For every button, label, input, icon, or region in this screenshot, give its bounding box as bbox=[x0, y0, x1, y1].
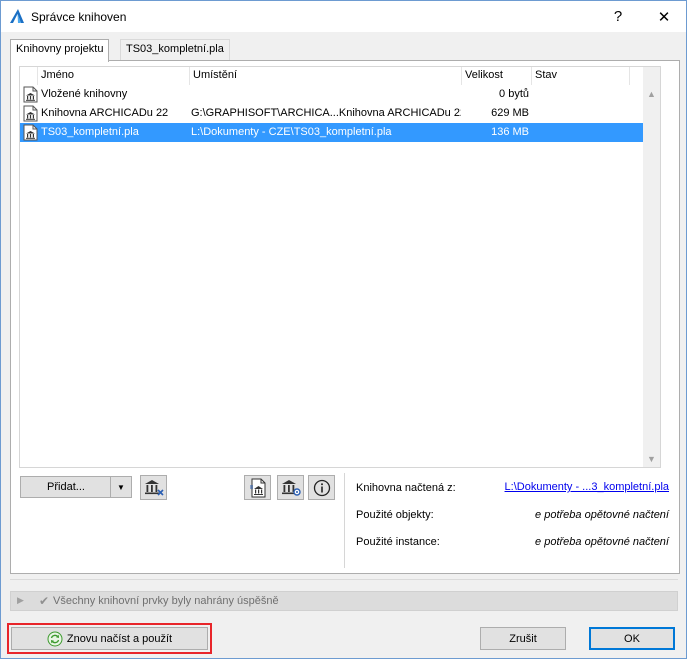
add-dropdown-button[interactable]: ▼ bbox=[110, 476, 132, 498]
column-header-status[interactable]: Stav bbox=[532, 67, 630, 85]
list-header: Jméno Umístění Velikost Stav bbox=[20, 67, 650, 85]
info-button[interactable] bbox=[308, 475, 335, 500]
check-icon: ✔ bbox=[39, 594, 50, 608]
table-row[interactable]: TS03_kompletní.pla L:\Dokumenty - CZE\TS… bbox=[20, 123, 650, 142]
row-size: 136 MB bbox=[491, 126, 529, 138]
loaded-from-label: Knihovna načtená z: bbox=[356, 482, 456, 494]
info-icon bbox=[313, 479, 330, 496]
separator bbox=[10, 579, 678, 580]
library-icon bbox=[23, 105, 38, 122]
help-button[interactable]: ? bbox=[595, 1, 641, 32]
library-gear-icon bbox=[281, 479, 301, 496]
row-name: Knihovna ARCHICADu 22 bbox=[41, 107, 169, 119]
info-divider bbox=[344, 473, 345, 568]
column-header-size[interactable]: Velikost bbox=[462, 67, 532, 85]
column-header-name[interactable]: Jméno bbox=[38, 67, 190, 85]
row-name: TS03_kompletní.pla bbox=[41, 126, 139, 138]
row-location: G:\GRAPHISOFT\ARCHICA...Knihovna ARCHICA… bbox=[191, 107, 461, 119]
window-title: Správce knihoven bbox=[31, 10, 127, 24]
reload-icon bbox=[47, 631, 63, 646]
reload-and-apply-button[interactable]: Znovu načíst a použít bbox=[11, 627, 208, 650]
used-instances-label: Použité instance: bbox=[356, 536, 440, 548]
used-objects-value: e potřeba opětovné načtení bbox=[535, 509, 669, 521]
scroll-down-icon[interactable]: ▼ bbox=[643, 450, 660, 467]
scroll-up-icon[interactable]: ▲ bbox=[643, 85, 660, 102]
row-size: 629 MB bbox=[491, 107, 529, 119]
tab-project-libraries[interactable]: Knihovny projektu bbox=[10, 39, 110, 62]
reload-and-apply-label: Znovu načíst a použít bbox=[66, 632, 173, 645]
library-file-icon bbox=[249, 478, 265, 497]
row-name: Vložené knihovny bbox=[41, 88, 128, 100]
row-location: L:\Dokumenty - CZE\TS03_kompletní.pla bbox=[191, 126, 392, 138]
used-instances-value: e potřeba opětovné načtení bbox=[535, 536, 669, 548]
expand-arrow-icon[interactable]: ▶ bbox=[17, 595, 24, 606]
remove-library-button[interactable] bbox=[140, 475, 167, 500]
archicad-app-icon bbox=[10, 9, 24, 23]
library-remove-icon bbox=[144, 479, 164, 496]
library-list[interactable]: Jméno Umístění Velikost Stav Vložené kni… bbox=[19, 66, 661, 468]
column-header-location[interactable]: Umístění bbox=[190, 67, 462, 85]
column-header-icon bbox=[20, 67, 38, 85]
tab-ts03-file[interactable]: TS03_kompletní.pla bbox=[120, 39, 230, 60]
library-icon bbox=[23, 86, 38, 103]
close-button[interactable]: ✕ bbox=[641, 1, 687, 32]
library-icon bbox=[23, 124, 38, 141]
table-row[interactable]: Vložené knihovny 0 bytů bbox=[20, 85, 650, 104]
library-file-button[interactable] bbox=[244, 475, 271, 500]
tab-panel: Jméno Umístění Velikost Stav Vložené kni… bbox=[10, 60, 680, 574]
status-bar[interactable]: ▶ ✔ Všechny knihovní prvky byly nahrány … bbox=[10, 591, 678, 611]
status-message: Všechny knihovní prvky byly nahrány úspě… bbox=[53, 595, 279, 607]
list-scrollbar[interactable]: ▲ ▼ bbox=[643, 67, 660, 467]
library-settings-button[interactable] bbox=[277, 475, 304, 500]
library-manager-dialog: Správce knihoven ? ✕ Knihovny projektu T… bbox=[0, 0, 687, 659]
used-objects-label: Použité objekty: bbox=[356, 509, 434, 521]
table-row[interactable]: Knihovna ARCHICADu 22 G:\GRAPHISOFT\ARCH… bbox=[20, 104, 650, 123]
cancel-button[interactable]: Zrušit bbox=[480, 627, 566, 650]
add-library-button[interactable]: Přidat... bbox=[20, 476, 111, 498]
ok-button[interactable]: OK bbox=[589, 627, 675, 650]
row-size: 0 bytů bbox=[499, 88, 529, 100]
loaded-from-link[interactable]: L:\Dokumenty - ...3_kompletní.pla bbox=[505, 481, 669, 493]
title-bar: Správce knihoven ? ✕ bbox=[1, 1, 686, 32]
